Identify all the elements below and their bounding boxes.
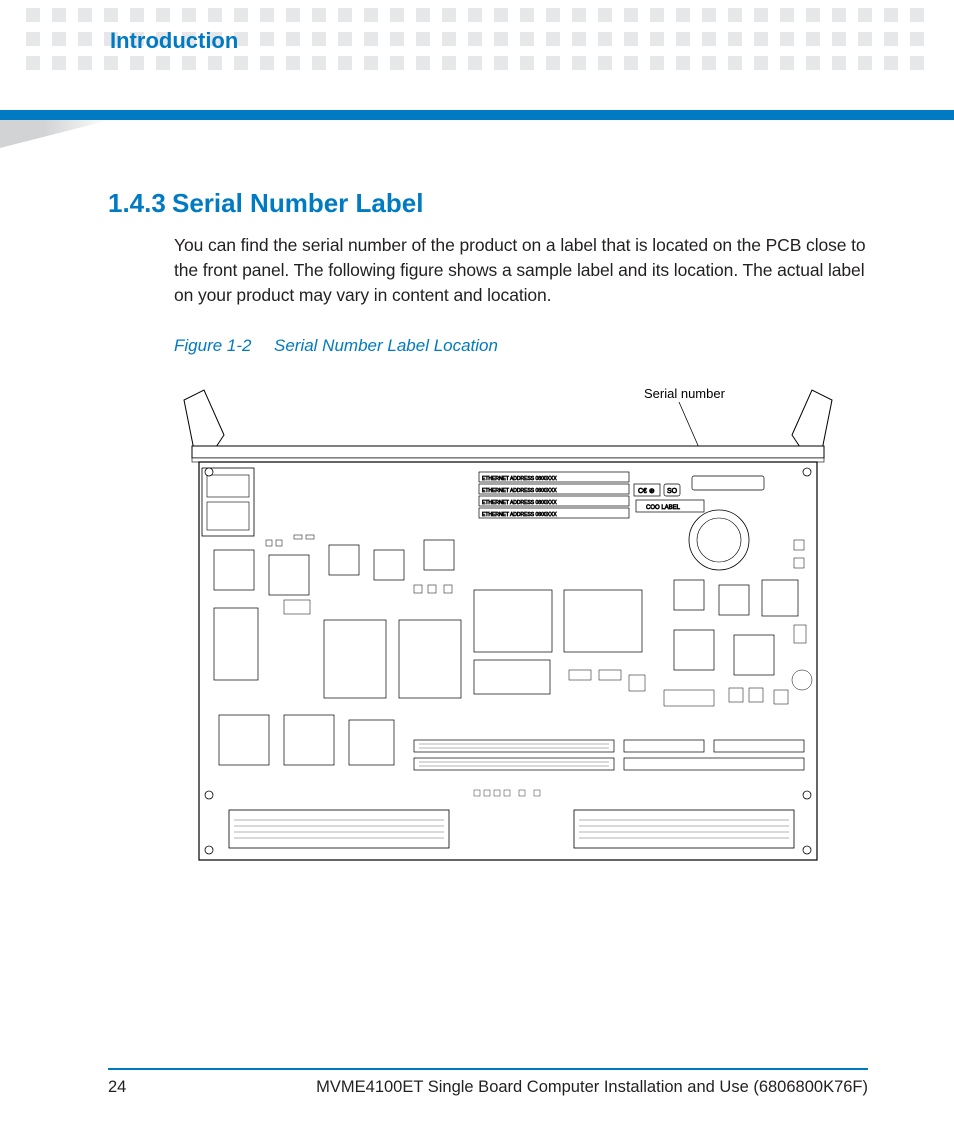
chapter-title: Introduction bbox=[110, 28, 238, 54]
svg-text:SO: SO bbox=[667, 488, 678, 495]
figure-number: Figure 1-2 bbox=[174, 336, 274, 356]
svg-text:ETHERNET ADDRESS 0800XXX: ETHERNET ADDRESS 0800XXX bbox=[482, 488, 557, 494]
pcb-diagram: Serial number ETHERNET ADDRESS 0800XXX E bbox=[174, 380, 842, 880]
figure-title: Serial Number Label Location bbox=[274, 336, 498, 355]
header-rule bbox=[0, 110, 954, 120]
svg-text:ETHERNET ADDRESS 0800XXX: ETHERNET ADDRESS 0800XXX bbox=[482, 512, 557, 518]
svg-text:COO LABEL: COO LABEL bbox=[646, 505, 681, 511]
section-number: 1.4.3 bbox=[108, 188, 172, 219]
section-title: Serial Number Label bbox=[172, 188, 423, 218]
header-triangle bbox=[0, 120, 110, 148]
section-heading: 1.4.3Serial Number Label bbox=[108, 188, 868, 219]
page-number: 24 bbox=[108, 1078, 148, 1097]
serial-number-callout: Serial number bbox=[644, 386, 726, 401]
figure-caption: Figure 1-2Serial Number Label Location bbox=[174, 336, 868, 356]
page-footer: 24 MVME4100ET Single Board Computer Inst… bbox=[108, 1068, 868, 1097]
svg-text:C€ ⊕: C€ ⊕ bbox=[638, 488, 655, 495]
svg-text:ETHERNET ADDRESS 0800XXX: ETHERNET ADDRESS 0800XXX bbox=[482, 500, 557, 506]
svg-text:ETHERNET ADDRESS 0800XXX: ETHERNET ADDRESS 0800XXX bbox=[482, 476, 557, 482]
footer-rule bbox=[108, 1068, 868, 1070]
section-body: You can find the serial number of the pr… bbox=[174, 233, 868, 308]
footer-doc-title: MVME4100ET Single Board Computer Install… bbox=[148, 1078, 868, 1097]
